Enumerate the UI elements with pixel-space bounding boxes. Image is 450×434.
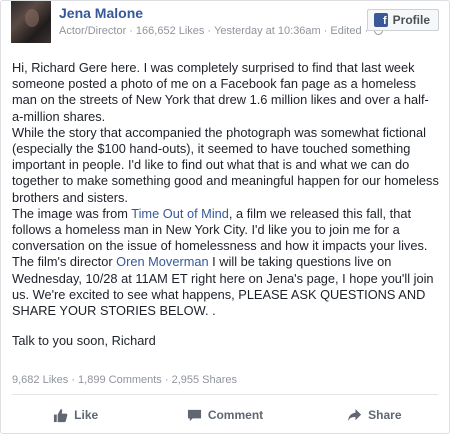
- post-stats: 9,682 Likes · 1,899 Comments · 2,955 Sha…: [12, 374, 238, 386]
- facebook-post: Jena Malone Actor/Director · 166,652 Likes…: [0, 0, 450, 434]
- comment-label: Comment: [207, 408, 264, 422]
- share-button[interactable]: Share: [300, 401, 449, 429]
- shares-count[interactable]: 2,955 Shares: [172, 374, 237, 386]
- post-paragraph: The image was from Time Out of Mind, a f…: [12, 206, 440, 255]
- post-paragraph: The film's director Oren Moverman I will…: [12, 254, 440, 319]
- comment-button[interactable]: Comment: [150, 401, 299, 429]
- comment-icon: [187, 409, 201, 421]
- director-link[interactable]: Oren Moverman: [116, 254, 208, 269]
- paragraph-text: The film's director: [12, 254, 117, 270]
- comments-count[interactable]: 1,899 Comments: [78, 374, 162, 386]
- likes-count[interactable]: 9,682 Likes: [12, 374, 68, 386]
- profile-button-label: Profile: [392, 13, 430, 27]
- action-bar: Like Comment Share: [1, 401, 449, 429]
- author-name[interactable]: Jena Malone: [59, 5, 143, 21]
- thumbs-up-icon: [54, 408, 68, 422]
- post-timestamp[interactable]: Yesterday at 10:36am: [214, 25, 321, 37]
- post-paragraph: Hi, Richard Gere here. I was completely …: [12, 60, 429, 124]
- post-body: Hi, Richard Gere here. I was completely …: [12, 60, 440, 349]
- post-paragraph: While the story that accompanied the pho…: [12, 124, 439, 205]
- page-likes: 166,652 Likes: [135, 25, 205, 37]
- avatar[interactable]: [11, 1, 51, 43]
- like-label: Like: [74, 408, 99, 422]
- post-header: Jena Malone Actor/Director · 166,652 Likes…: [11, 1, 441, 45]
- paragraph-text: The image was from: [12, 205, 132, 221]
- share-label: Share: [368, 408, 402, 422]
- author-role: Actor/Director: [59, 25, 127, 37]
- edited-label[interactable]: Edited: [330, 25, 361, 37]
- share-icon: [348, 408, 362, 421]
- profile-button[interactable]: f Profile: [366, 9, 439, 31]
- like-button[interactable]: Like: [1, 401, 150, 429]
- post-closing: Talk to you soon, Richard: [12, 333, 156, 349]
- divider: [12, 394, 438, 395]
- facebook-icon: f: [373, 13, 388, 27]
- film-link[interactable]: Time Out of Mind: [131, 206, 229, 221]
- post-meta: Actor/Director · 166,652 Likes · Yesterday a…: [59, 25, 384, 37]
